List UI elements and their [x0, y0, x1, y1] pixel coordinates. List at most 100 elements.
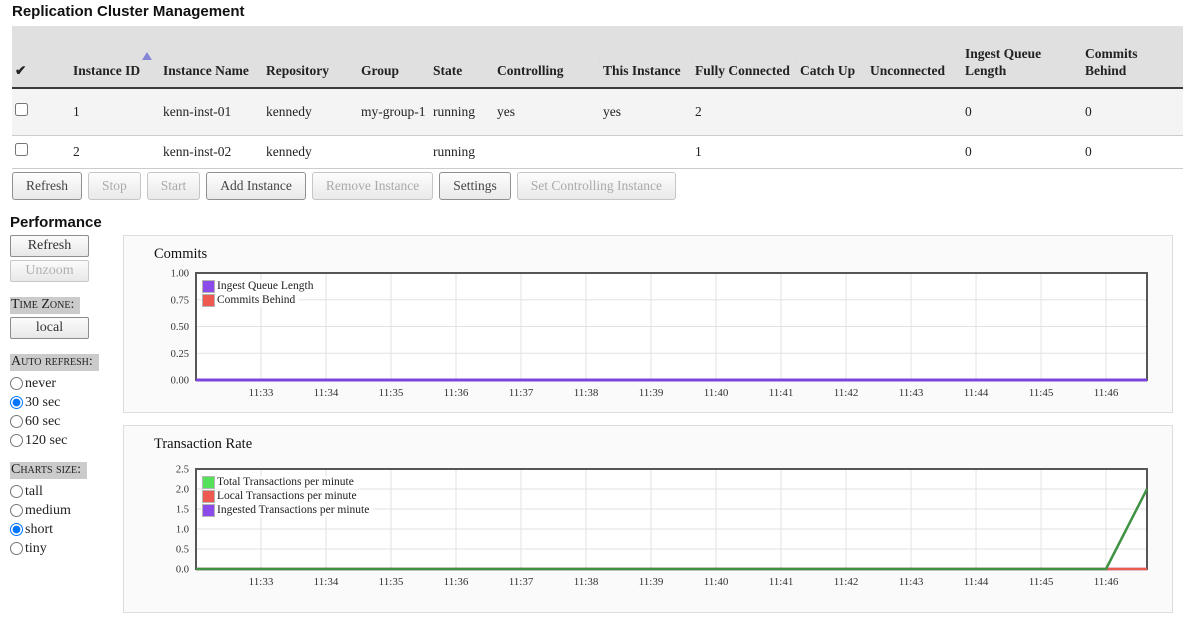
col-label: Repository: [266, 63, 329, 78]
col-header-catch-up[interactable]: Catch Up▲▼: [797, 26, 867, 88]
charts-size-option-tiny[interactable]: tiny: [10, 539, 123, 558]
radio-label: short: [25, 520, 53, 539]
svg-text:0.0: 0.0: [176, 564, 189, 575]
col-label: Group: [361, 63, 399, 78]
svg-text:1.0: 1.0: [176, 524, 189, 535]
radio-button[interactable]: [10, 434, 23, 447]
radio-button[interactable]: [10, 542, 23, 555]
svg-text:11:37: 11:37: [509, 387, 534, 399]
cell-fully-connected: 2: [692, 88, 797, 135]
page-title: Replication Cluster Management: [0, 0, 1191, 26]
legend-label: Ingested Transactions per minute: [217, 504, 369, 516]
legend-swatch-icon: [202, 280, 215, 293]
col-header-this-instance[interactable]: This Instance▲▼: [600, 26, 692, 88]
col-header-instance-name[interactable]: Instance Name▲▼: [160, 26, 263, 88]
svg-text:11:42: 11:42: [834, 387, 859, 399]
legend-item: Total Transactions per minute: [202, 476, 358, 489]
col-label: State: [433, 63, 462, 78]
radio-button[interactable]: [10, 523, 23, 536]
svg-text:11:46: 11:46: [1094, 576, 1119, 588]
svg-text:11:36: 11:36: [444, 576, 469, 588]
charts-size-option-tall[interactable]: tall: [10, 482, 123, 501]
svg-text:11:34: 11:34: [314, 576, 339, 588]
cell-this-instance: yes: [600, 88, 692, 135]
col-header-repository[interactable]: Repository▲▼: [263, 26, 358, 88]
stop-button[interactable]: Stop: [88, 172, 141, 200]
col-label: This Instance: [603, 63, 681, 78]
set-controlling-instance-button[interactable]: Set Controlling Instance: [517, 172, 676, 200]
svg-text:11:44: 11:44: [964, 387, 989, 399]
table-header-row: ✔ Instance ID Instance Name▲▼ Repository…: [12, 26, 1183, 88]
svg-text:11:45: 11:45: [1029, 387, 1054, 399]
col-header-unconnected[interactable]: Unconnected▲▼: [867, 26, 962, 88]
radio-button[interactable]: [10, 485, 23, 498]
cell-ingest-queue-length: 0: [962, 135, 1082, 168]
charts-refresh-button[interactable]: Refresh: [10, 235, 89, 257]
col-header-instance-id[interactable]: Instance ID: [70, 26, 160, 88]
legend-swatch-icon: [202, 476, 215, 489]
performance-section: Refresh Unzoom Time Zone: local Auto ref…: [0, 235, 1191, 624]
col-header-state[interactable]: State▲▼: [430, 26, 494, 88]
table-row[interactable]: 2 kenn-inst-02 kennedy running 1 0 0: [12, 135, 1183, 168]
svg-text:11:35: 11:35: [379, 387, 404, 399]
charts-size-option-medium[interactable]: medium: [10, 501, 123, 520]
cell-group: [358, 135, 430, 168]
commits-chart[interactable]: 0.000.250.500.751.0011:3311:3411:3511:36…: [124, 263, 1172, 409]
table-row[interactable]: 1 kenn-inst-01 kennedy my-group-1 runnin…: [12, 88, 1183, 135]
legend-label: Ingest Queue Length: [217, 280, 313, 292]
check-column-icon: ✔: [15, 63, 26, 78]
cell-instance-name: kenn-inst-02: [160, 135, 263, 168]
auto-refresh-option-30sec[interactable]: 30 sec: [10, 393, 123, 412]
legend-item: Ingested Transactions per minute: [202, 504, 373, 517]
start-button[interactable]: Start: [147, 172, 201, 200]
unzoom-button[interactable]: Unzoom: [10, 260, 89, 282]
cell-controlling: [494, 135, 600, 168]
col-label: Instance ID: [73, 63, 140, 78]
radio-button[interactable]: [10, 504, 23, 517]
legend-swatch-icon: [202, 294, 215, 307]
cell-catch-up: [797, 135, 867, 168]
settings-button[interactable]: Settings: [439, 172, 511, 200]
auto-refresh-option-never[interactable]: never: [10, 374, 123, 393]
radio-label: never: [25, 374, 56, 393]
radio-label: medium: [25, 501, 71, 520]
col-label: Controlling: [497, 63, 564, 78]
legend-item: Ingest Queue Length: [202, 280, 317, 293]
svg-text:0.00: 0.00: [171, 375, 189, 386]
refresh-button[interactable]: Refresh: [12, 172, 82, 200]
add-instance-button[interactable]: Add Instance: [206, 172, 306, 200]
radio-label: 60 sec: [25, 412, 60, 431]
svg-text:1.00: 1.00: [171, 268, 189, 279]
sort-asc-icon[interactable]: [142, 52, 152, 60]
svg-text:0.25: 0.25: [171, 348, 189, 359]
row-checkbox[interactable]: [15, 143, 28, 156]
radio-button[interactable]: [10, 377, 23, 390]
radio-button[interactable]: [10, 396, 23, 409]
cell-instance-name: kenn-inst-01: [160, 88, 263, 135]
col-header-fully-connected[interactable]: Fully Connected▲▼: [692, 26, 797, 88]
col-header-commits-behind[interactable]: Commits Behind: [1082, 26, 1183, 88]
timezone-button[interactable]: local: [10, 317, 89, 339]
charts-size-option-short[interactable]: short: [10, 520, 123, 539]
svg-text:11:38: 11:38: [574, 576, 599, 588]
col-header-controlling[interactable]: Controlling▲▼: [494, 26, 600, 88]
svg-text:11:40: 11:40: [704, 387, 729, 399]
radio-button[interactable]: [10, 415, 23, 428]
col-header-group[interactable]: Group▲▼: [358, 26, 430, 88]
auto-refresh-option-60sec[interactable]: 60 sec: [10, 412, 123, 431]
svg-text:11:46: 11:46: [1094, 387, 1119, 399]
auto-refresh-option-120sec[interactable]: 120 sec: [10, 431, 123, 450]
charts-size-label: Charts size:: [10, 462, 87, 479]
cluster-toolbar: Refresh Stop Start Add Instance Remove I…: [12, 172, 1191, 200]
timezone-label: Time Zone:: [10, 297, 80, 314]
radio-label: 120 sec: [25, 431, 67, 450]
transaction-rate-chart[interactable]: 0.00.51.01.52.02.511:3311:3411:3511:3611…: [124, 453, 1172, 598]
svg-text:11:43: 11:43: [899, 576, 924, 588]
svg-text:11:35: 11:35: [379, 576, 404, 588]
col-header-ingest-queue-length[interactable]: Ingest Queue Length▲▼: [962, 26, 1082, 88]
svg-text:11:37: 11:37: [509, 576, 534, 588]
chart-canvas[interactable]: 0.00.51.01.52.02.511:3311:3411:3511:3611…: [124, 453, 1172, 593]
remove-instance-button[interactable]: Remove Instance: [312, 172, 433, 200]
row-checkbox[interactable]: [15, 103, 28, 116]
col-header-select[interactable]: ✔: [12, 26, 70, 88]
